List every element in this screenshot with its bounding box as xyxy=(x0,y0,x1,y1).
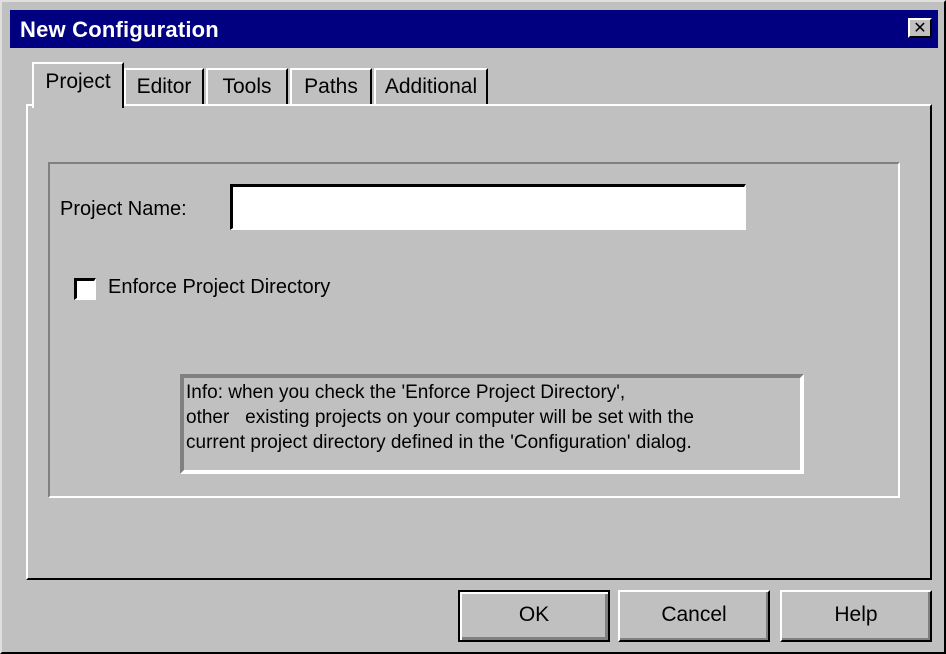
cancel-button[interactable]: Cancel xyxy=(618,590,770,642)
tab-additional[interactable]: Additional xyxy=(374,68,488,106)
info-line: current project directory defined in the… xyxy=(186,432,692,453)
tab-editor[interactable]: Editor xyxy=(124,68,204,106)
project-group-frame: Project Name: Enforce Project Directory … xyxy=(48,162,900,498)
project-name-label: Project Name: xyxy=(60,198,187,220)
info-line: other existing projects on your computer… xyxy=(186,407,694,428)
tab-project[interactable]: Project xyxy=(32,62,124,108)
project-name-input[interactable] xyxy=(230,184,746,230)
new-configuration-dialog: New Configuration ✕ Project Editor Tools… xyxy=(0,0,946,654)
tab-paths[interactable]: Paths xyxy=(290,68,372,106)
ok-button[interactable]: OK xyxy=(458,590,610,642)
tab-tools[interactable]: Tools xyxy=(206,68,288,106)
enforce-project-directory-label[interactable]: Enforce Project Directory xyxy=(108,276,330,299)
info-box: Info: when you check the 'Enforce Projec… xyxy=(180,374,804,474)
enforce-project-directory-checkbox[interactable] xyxy=(74,278,96,300)
info-line: Info: when you check the 'Enforce Projec… xyxy=(186,382,626,403)
project-tab-panel: Project Name: Enforce Project Directory … xyxy=(26,104,932,580)
close-icon[interactable]: ✕ xyxy=(908,18,932,38)
help-button[interactable]: Help xyxy=(780,590,932,642)
title-bar[interactable]: New Configuration ✕ xyxy=(10,10,938,48)
window-title: New Configuration xyxy=(20,17,219,42)
